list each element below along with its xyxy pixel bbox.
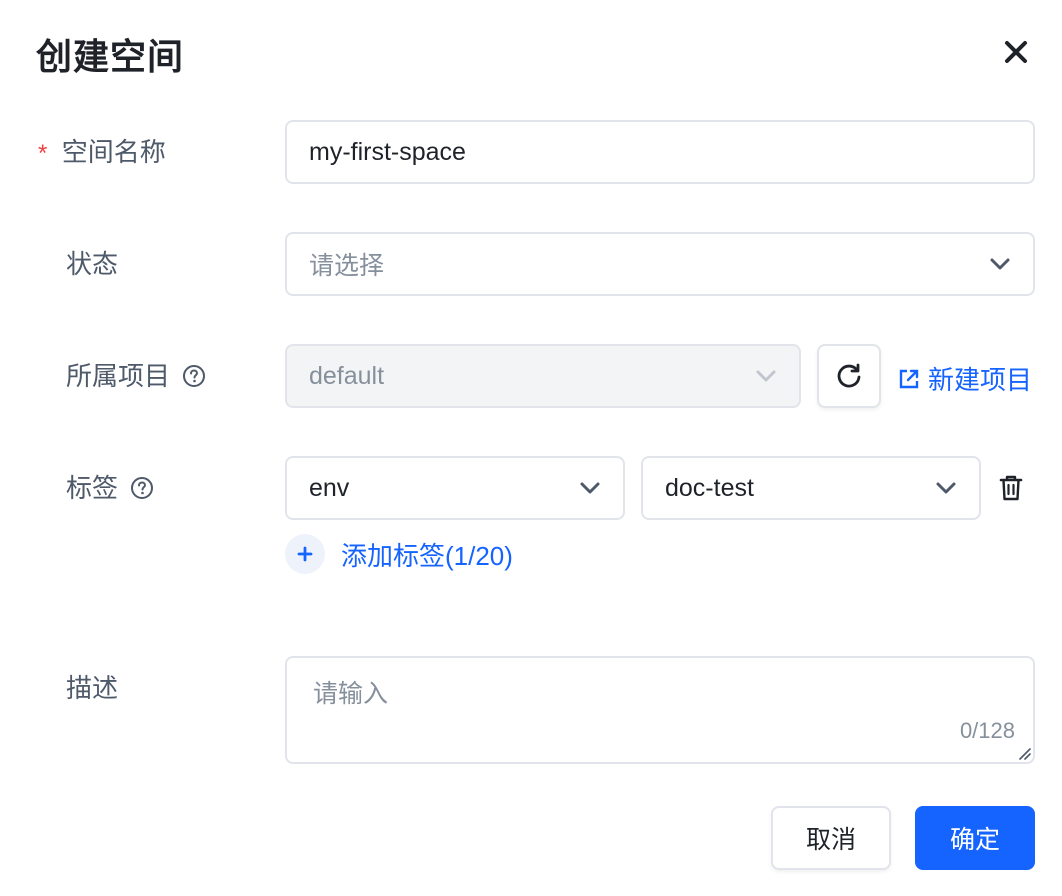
- chevron-down-icon: [936, 482, 956, 494]
- tag-value-select[interactable]: doc-test: [641, 456, 981, 520]
- description-textarea[interactable]: 请输入 0/128: [285, 656, 1035, 764]
- help-icon[interactable]: [130, 476, 154, 500]
- delete-tag-button[interactable]: [998, 474, 1024, 502]
- cancel-button[interactable]: 取消: [771, 806, 891, 870]
- chevron-down-icon: [756, 370, 776, 382]
- add-tag-button[interactable]: 添加标签(1/20): [285, 534, 513, 574]
- chevron-down-icon: [990, 258, 1010, 270]
- project-label-group: 所属项目: [66, 360, 206, 392]
- description-label: 描述: [66, 673, 119, 703]
- status-label: 状态: [66, 249, 119, 279]
- new-project-link[interactable]: 新建项目: [898, 360, 1032, 397]
- external-link-icon: [899, 369, 919, 388]
- tag-key-value: env: [309, 473, 350, 502]
- name-label: 空间名称: [61, 137, 166, 167]
- close-icon[interactable]: [1000, 36, 1032, 68]
- tag-value-value: doc-test: [665, 473, 754, 502]
- plus-icon: [285, 534, 325, 574]
- tags-label-group: 标签: [66, 472, 154, 504]
- project-value: default: [309, 361, 385, 390]
- status-select[interactable]: 请选择: [285, 232, 1035, 296]
- add-tag-label: 添加标签(1/20): [341, 540, 513, 571]
- project-select: default: [285, 344, 801, 408]
- project-label: 所属项目: [66, 361, 171, 391]
- tags-label: 标签: [66, 473, 119, 503]
- name-label-group: * 空间名称: [38, 136, 166, 168]
- refresh-icon: [837, 363, 861, 388]
- resize-handle-icon[interactable]: [1017, 746, 1031, 760]
- status-placeholder: 请选择: [309, 252, 385, 280]
- description-placeholder: 请输入: [313, 680, 389, 708]
- dialog-title: 创建空间: [36, 36, 185, 77]
- new-project-label: 新建项目: [928, 365, 1033, 395]
- refresh-button[interactable]: [817, 344, 881, 408]
- confirm-button[interactable]: 确定: [915, 806, 1035, 870]
- tag-key-select[interactable]: env: [285, 456, 625, 520]
- space-name-input[interactable]: my-first-space: [285, 120, 1035, 184]
- trash-icon: [999, 475, 1023, 501]
- help-icon[interactable]: [182, 364, 206, 388]
- required-mark: *: [38, 140, 48, 167]
- space-name-value: my-first-space: [309, 137, 466, 166]
- description-counter: 0/128: [959, 718, 1015, 743]
- chevron-down-icon: [580, 482, 600, 494]
